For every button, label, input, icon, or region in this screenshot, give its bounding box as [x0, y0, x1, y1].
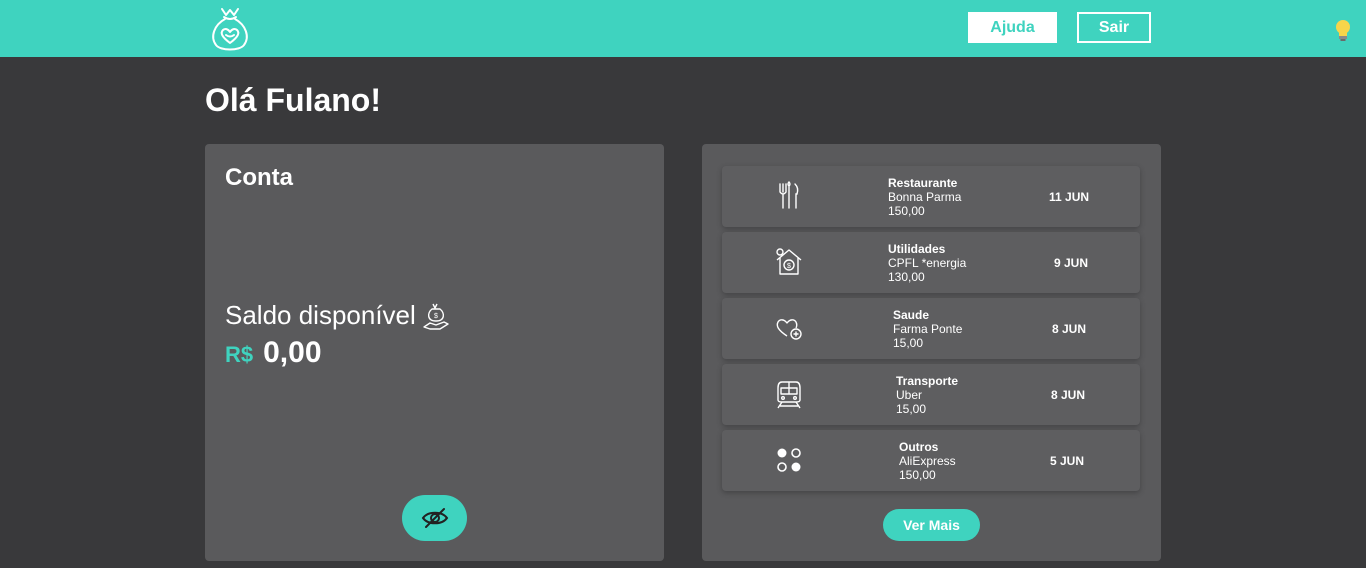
- greeting-title: Olá Fulano!: [205, 82, 381, 118]
- lightbulb-icon[interactable]: [1333, 18, 1353, 44]
- transaction-merchant: Uber: [896, 388, 923, 402]
- house-money-icon: $: [776, 248, 802, 275]
- transaction-date: 11 JUN: [1049, 190, 1090, 204]
- transaction-item[interactable]: Saude Farma Ponte 15,00 8 JUN: [722, 298, 1140, 359]
- account-title: Conta: [225, 164, 293, 191]
- transaction-item[interactable]: Outros AliExpress 150,00 5 JUN: [722, 430, 1140, 491]
- account-card: Conta Saldo disponível $ R$ 0,00: [205, 144, 664, 561]
- transaction-date: 5 JUN: [1050, 454, 1085, 468]
- balance-label: Saldo disponível: [225, 300, 416, 330]
- transaction-amount: 150,00: [888, 204, 925, 218]
- transaction-item[interactable]: Transporte Uber 15,00 8 JUN: [722, 364, 1140, 425]
- transaction-date: 9 JUN: [1054, 256, 1089, 270]
- transaction-date: 8 JUN: [1052, 322, 1087, 336]
- transaction-item[interactable]: Restaurante Bonna Parma 150,00 11 JUN: [722, 166, 1140, 227]
- train-icon: [777, 381, 801, 409]
- eye-slash-icon: [421, 508, 448, 528]
- transaction-amount: 15,00: [893, 336, 924, 350]
- exit-button[interactable]: Sair: [1077, 12, 1151, 43]
- transaction-amount: 15,00: [896, 402, 927, 416]
- heart-plus-icon: [776, 319, 802, 340]
- transaction-merchant: Bonna Parma: [888, 190, 962, 204]
- currency-symbol: R$: [225, 342, 254, 367]
- balance-value-row: R$ 0,00: [225, 336, 322, 370]
- transaction-merchant: AliExpress: [899, 454, 956, 468]
- transaction-item[interactable]: $ Utilidades CPFL *energia 130,00 9 JUN: [722, 232, 1140, 293]
- transaction-category: Utilidades: [888, 242, 946, 256]
- dots-icon: [777, 448, 801, 472]
- top-bar: Ajuda Sair: [0, 0, 1366, 57]
- svg-text:$: $: [434, 313, 438, 320]
- transaction-merchant: Farma Ponte: [893, 322, 963, 336]
- transactions-card: Restaurante Bonna Parma 150,00 11 JUN $ …: [702, 144, 1161, 561]
- transaction-amount: 150,00: [899, 468, 936, 482]
- transaction-category: Outros: [899, 440, 939, 454]
- balance-amount: 0,00: [263, 336, 322, 369]
- transaction-category: Transporte: [896, 374, 959, 388]
- transaction-amount: 130,00: [888, 270, 925, 284]
- toggle-balance-visibility-button[interactable]: [402, 495, 467, 541]
- cutlery-icon: [779, 181, 799, 209]
- balance-label-row: Saldo disponível $: [225, 300, 450, 331]
- help-button[interactable]: Ajuda: [968, 12, 1057, 43]
- transaction-date: 8 JUN: [1051, 388, 1086, 402]
- transaction-category: Saude: [893, 308, 930, 322]
- money-bag-hand-icon: $: [423, 303, 449, 330]
- transaction-merchant: CPFL *energia: [888, 256, 967, 270]
- transaction-category: Restaurante: [888, 176, 958, 190]
- money-bag-heart-icon[interactable]: [208, 5, 252, 53]
- svg-text:$: $: [787, 263, 791, 270]
- see-more-button[interactable]: Ver Mais: [883, 509, 980, 541]
